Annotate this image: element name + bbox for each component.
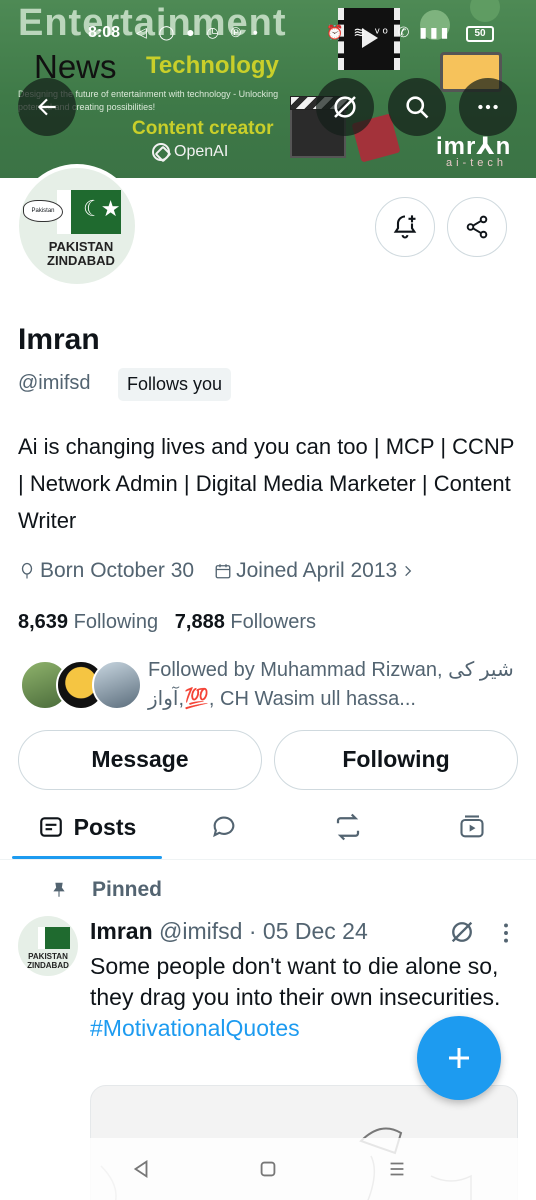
profile-name: Imran [18, 323, 100, 356]
profile-tabs: Posts [0, 796, 536, 860]
post-author-avatar[interactable]: PAKISTAN ZINDABAD [18, 916, 78, 976]
followers-link[interactable]: 7,888 Followers [175, 611, 316, 633]
tab-media[interactable] [440, 796, 504, 858]
tab-reposts[interactable] [316, 796, 380, 858]
arrow-left-icon [37, 98, 56, 116]
nav-home-button[interactable] [251, 1152, 285, 1186]
birthday-item: Born October 30 [18, 559, 194, 583]
system-navigation-bar [0, 1138, 536, 1200]
post-text: Some people don't want to die alone so, … [90, 953, 501, 1010]
post-date: 05 Dec 24 [262, 918, 368, 944]
grok-button[interactable] [316, 78, 374, 136]
banner-openai: OpenAI [152, 143, 228, 161]
nav-back-button[interactable] [124, 1152, 158, 1186]
profile-handle: @imifsd [18, 372, 91, 394]
replies-icon [213, 816, 235, 838]
pinned-label: Pinned [92, 878, 163, 901]
born-text: Born October 30 [40, 559, 195, 582]
square-home-icon [260, 1161, 276, 1177]
plus-icon [449, 1048, 469, 1068]
media-icon [460, 815, 484, 838]
banner-content-creator: Content creator [132, 118, 274, 139]
more-options-button[interactable] [459, 78, 517, 136]
post-more-button[interactable] [498, 920, 514, 951]
calendar-icon [215, 564, 231, 579]
pakistan-flag-icon [38, 927, 70, 949]
more-vertical-icon [504, 923, 508, 943]
notification-icons: ◁ ◯ ● ◷ ℗ • [136, 24, 262, 40]
post-author-name[interactable]: Imran [90, 918, 153, 944]
banner-brand-sub: ai-tech [446, 157, 508, 169]
openai-label: OpenAI [174, 143, 229, 160]
status-time: 8:08 [88, 24, 121, 41]
follows-you-badge: Follows you [118, 368, 232, 401]
profile-avatar[interactable]: Pakistan PAKISTAN ZINDABAD [15, 164, 139, 288]
profile-bio: Ai is changing lives and you can too | M… [18, 434, 515, 533]
following-button[interactable]: Following [274, 730, 518, 790]
openai-logo-icon [152, 143, 170, 161]
active-tab-indicator [12, 856, 162, 859]
followers-count: 7,888 [174, 611, 225, 633]
share-icon [466, 215, 488, 239]
post-header: Imran @imifsd · 05 Dec 24 [90, 918, 368, 945]
avatar-caption: PAKISTAN ZINDABAD [47, 239, 115, 268]
chevron-right-icon [405, 565, 412, 577]
system-icons: ⏰ ≋ ᵛᵒ ✆ ▮▮▮ [326, 24, 452, 40]
search-icon [406, 96, 429, 119]
triangle-back-icon [133, 1159, 148, 1179]
menu-lines-icon [390, 1162, 404, 1176]
followed-by-row[interactable]: Followed by Muhammad Rizwan, شیر کی آواز… [18, 656, 518, 716]
bell-plus-icon [393, 215, 417, 239]
grok-icon [334, 96, 356, 118]
profile-meta: Born October 30 Joined April 2013 [18, 559, 435, 583]
reposts-icon [336, 813, 360, 841]
back-button[interactable] [18, 78, 76, 136]
followed-by-text: Followed by Muhammad Rizwan, شیر کی آواز… [148, 659, 514, 710]
tab-replies[interactable] [192, 796, 256, 858]
pakistan-flag-icon [57, 190, 121, 234]
pinned-indicator: Pinned [50, 878, 162, 902]
post-separator: · [248, 918, 257, 944]
nav-recents-button[interactable] [380, 1152, 414, 1186]
avatar-badge: Pakistan [23, 200, 63, 222]
share-profile-button[interactable] [447, 197, 507, 257]
avatar-image: Pakistan PAKISTAN ZINDABAD [19, 168, 135, 284]
pin-icon [53, 882, 65, 897]
follower-avatar [92, 660, 142, 710]
tab-posts-label: Posts [73, 813, 137, 840]
notifications-subscribe-button[interactable] [375, 197, 435, 257]
grok-icon [451, 921, 473, 943]
post-author-handle: @imifsd [159, 918, 243, 944]
follow-counts: 8,639 Following 7,888 Followers [18, 611, 316, 634]
posts-icon [39, 817, 62, 837]
following-count: 8,639 [18, 611, 69, 633]
decor-circle [470, 0, 500, 22]
followers-label: Followers [230, 611, 316, 633]
tab-posts[interactable]: Posts [12, 796, 162, 858]
banner-technology: Technology [146, 52, 279, 79]
following-link[interactable]: 8,639 Following [18, 611, 158, 633]
status-bar: 8:08 ◁ ◯ ● ◷ ℗ • ⏰ ≋ ᵛᵒ ✆ ▮▮▮ 50 [0, 20, 536, 48]
joined-item[interactable]: Joined April 2013 [214, 559, 415, 583]
post-hashtag-link[interactable]: #MotivationalQuotes [90, 1015, 300, 1041]
search-button[interactable] [388, 78, 446, 136]
message-button[interactable]: Message [18, 730, 262, 790]
post-avatar-caption: PAKISTAN ZINDABAD [27, 952, 69, 970]
battery-icon: 50 [466, 26, 494, 42]
following-label: Following [73, 611, 159, 633]
balloon-icon [21, 562, 33, 579]
more-horizontal-icon [478, 104, 498, 110]
joined-text: Joined April 2013 [236, 559, 398, 582]
compose-post-button[interactable] [417, 1016, 501, 1100]
post-grok-button[interactable] [448, 918, 476, 951]
